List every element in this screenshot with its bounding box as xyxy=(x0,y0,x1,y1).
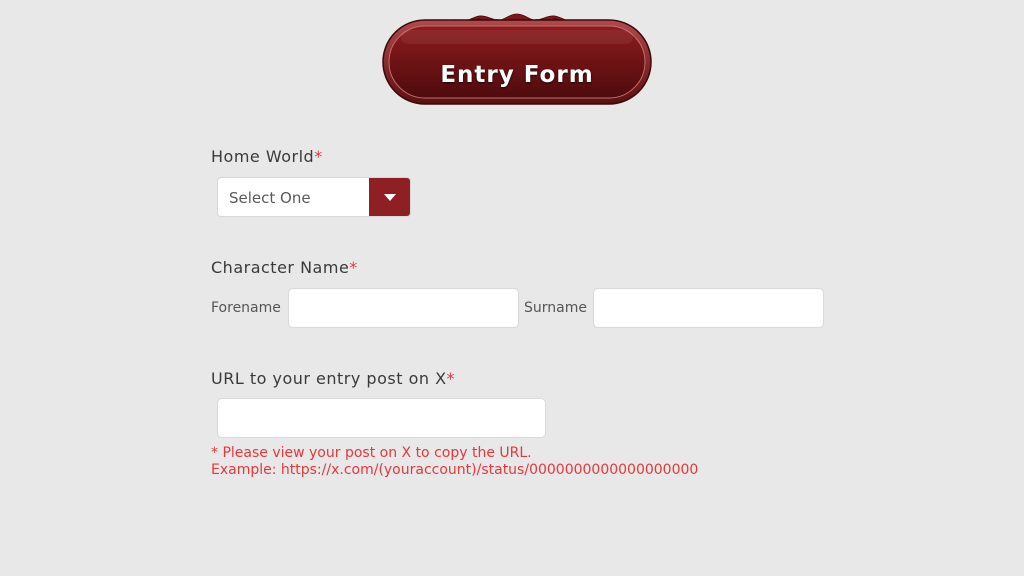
character-name-label-text: Character Name xyxy=(211,258,350,277)
required-mark: * xyxy=(314,147,323,166)
required-mark: * xyxy=(349,258,358,277)
url-example: Example: https://x.com/(youraccount)/sta… xyxy=(211,462,699,478)
home-world-select[interactable]: Select One xyxy=(217,177,411,217)
surname-field[interactable] xyxy=(593,288,824,328)
character-name-label: Character Name* xyxy=(211,258,358,277)
forename-field[interactable] xyxy=(288,288,519,328)
home-world-label: Home World* xyxy=(211,147,323,166)
url-label: URL to your entry post on X* xyxy=(211,369,455,388)
ornament-frame-icon xyxy=(382,13,652,105)
page-title: Entry Form xyxy=(440,62,594,88)
entry-form-page: Entry Form Home World* Select One Charac… xyxy=(0,0,1024,576)
home-world-select-value: Select One xyxy=(229,189,311,207)
surname-label: Surname xyxy=(524,300,587,316)
home-world-label-text: Home World xyxy=(211,147,315,166)
chevron-down-icon[interactable] xyxy=(369,178,410,216)
title-banner: Entry Form xyxy=(381,12,653,108)
required-mark: * xyxy=(446,369,456,388)
url-field[interactable] xyxy=(217,398,546,438)
url-label-text: URL to your entry post on X xyxy=(211,369,447,388)
url-note: * Please view your post on X to copy the… xyxy=(211,445,532,461)
forename-label: Forename xyxy=(211,300,281,316)
